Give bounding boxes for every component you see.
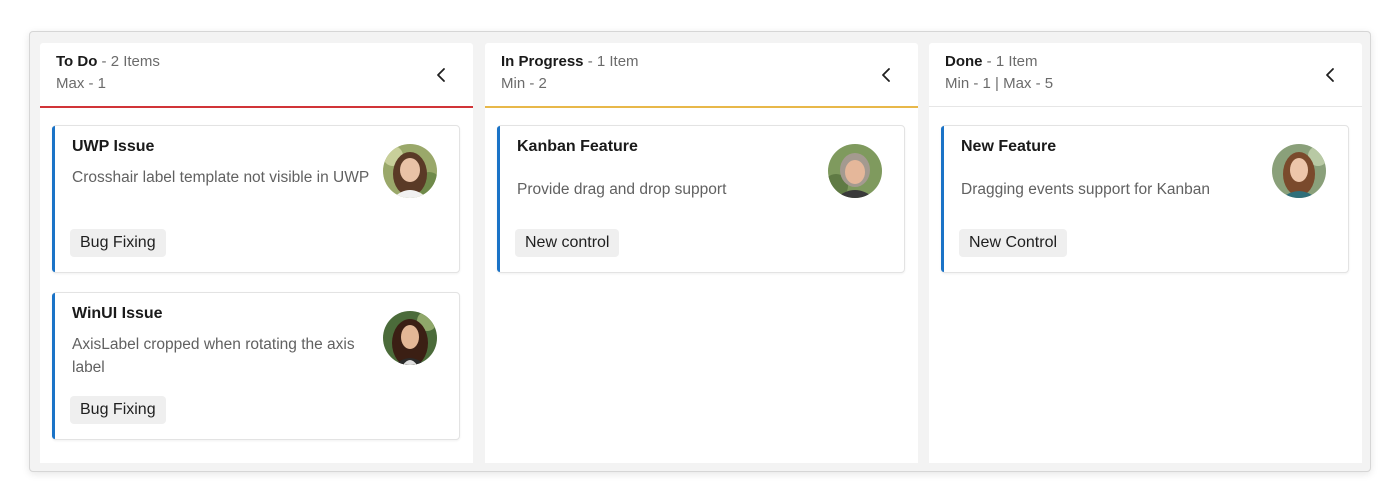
column-limit-indicator: [929, 106, 1362, 107]
card-accent-bar: [497, 126, 500, 272]
kanban-card[interactable]: UWP Issue Crosshair label template not v…: [52, 125, 460, 273]
avatar: [383, 144, 437, 198]
column-todo: To Do - 2 Items Max - 1 UWP Issue Crossh…: [40, 43, 473, 463]
card-tag: Bug Fixing: [70, 396, 166, 424]
column-limits: Min - 1 | Max - 5: [945, 75, 1054, 92]
kanban-card[interactable]: Kanban Feature Provide drag and drop sup…: [497, 125, 905, 273]
card-title: WinUI Issue: [72, 305, 163, 322]
collapse-column-button[interactable]: [1318, 63, 1342, 87]
chevron-left-icon: [882, 68, 890, 82]
card-title: Kanban Feature: [517, 138, 638, 155]
column-title: To Do: [56, 53, 98, 70]
card-accent-bar: [941, 126, 944, 272]
card-description: Crosshair label template not visible in …: [72, 169, 370, 186]
column-limits: Min - 2: [501, 75, 547, 92]
column-item-count: - 1 Item: [982, 53, 1038, 70]
avatar: [383, 311, 437, 365]
avatar: [1272, 144, 1326, 198]
card-accent-bar: [52, 293, 55, 439]
kanban-card[interactable]: New Feature Dragging events support for …: [941, 125, 1349, 273]
kanban-board: To Do - 2 Items Max - 1 UWP Issue Crossh…: [29, 31, 1371, 472]
column-limit-indicator: [485, 106, 918, 108]
column-title: Done: [945, 53, 983, 70]
column-done: Done - 1 Item Min - 1 | Max - 5 New Feat…: [929, 43, 1362, 463]
card-tag: New control: [515, 229, 620, 257]
card-description: Dragging events support for Kanban: [961, 181, 1211, 198]
column-limit-indicator: [40, 106, 473, 108]
card-title: New Feature: [961, 138, 1057, 155]
card-description: AxisLabel cropped when rotating the axis…: [72, 336, 355, 376]
column-header: Done - 1 Item Min - 1 | Max - 5: [929, 43, 1362, 107]
card-tag: Bug Fixing: [70, 229, 166, 257]
chevron-left-icon: [437, 68, 445, 82]
column-header: To Do - 2 Items Max - 1: [40, 43, 473, 108]
kanban-card[interactable]: WinUI Issue AxisLabel cropped when rotat…: [52, 292, 460, 440]
collapse-column-button[interactable]: [429, 63, 453, 87]
card-description: Provide drag and drop support: [517, 181, 727, 198]
collapse-column-button[interactable]: [874, 63, 898, 87]
card-accent-bar: [52, 126, 55, 272]
chevron-left-icon: [1326, 68, 1334, 82]
column-in-progress: In Progress - 1 Item Min - 2 Kanban Feat…: [485, 43, 918, 463]
card-title: UWP Issue: [72, 138, 155, 155]
card-tag: New Control: [959, 229, 1068, 257]
column-item-count: - 1 Item: [583, 53, 639, 70]
column-limits: Max - 1: [56, 75, 107, 92]
avatar: [828, 144, 882, 198]
column-header: In Progress - 1 Item Min - 2: [485, 43, 918, 108]
column-title: In Progress: [501, 53, 584, 70]
column-item-count: - 2 Items: [97, 53, 160, 70]
